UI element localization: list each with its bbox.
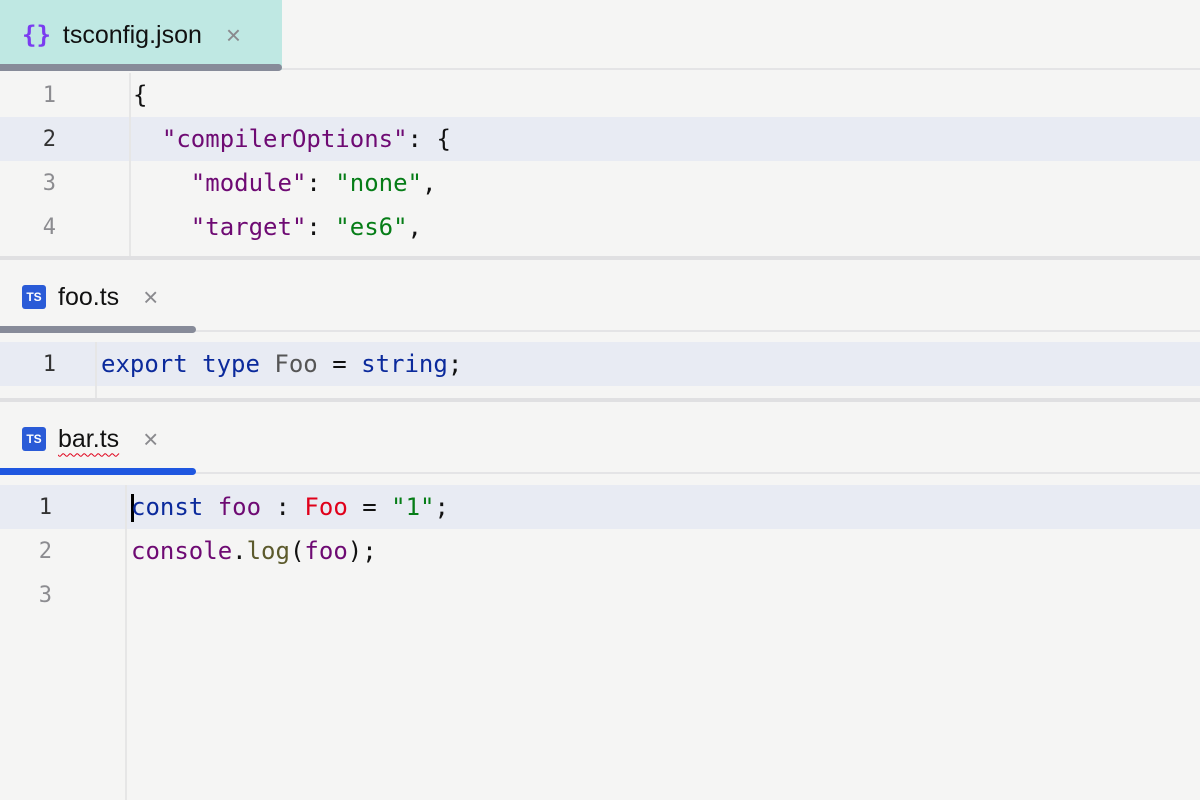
code-line[interactable]: 4 "target": "es6", [0, 205, 1200, 249]
foo-tab-bar: TS foo.ts × [0, 262, 1200, 332]
bar-tab-bar: TS bar.ts × [0, 404, 1200, 474]
code-token: , [408, 213, 422, 241]
code-token: export [101, 350, 188, 378]
code-token: ( [290, 537, 304, 565]
code-token: ; [448, 350, 462, 378]
code-token: string [361, 350, 448, 378]
code-token: = [348, 493, 391, 521]
code-token: "es6" [335, 213, 407, 241]
bar-editor[interactable]: 1const foo : Foo = "1";2console.log(foo)… [0, 485, 1200, 800]
code-line[interactable]: 1{ [0, 73, 1200, 117]
code-token: "1" [391, 493, 434, 521]
code-token: = [318, 350, 361, 378]
code-token: "module" [191, 169, 307, 197]
code-text: console.log(foo); [131, 537, 377, 565]
code-token: : [306, 213, 335, 241]
code-token [188, 350, 202, 378]
code-text: { [133, 81, 147, 109]
code-token: : { [408, 125, 451, 153]
code-token: , [422, 169, 436, 197]
code-token: log [247, 537, 290, 565]
code-token: console [131, 537, 232, 565]
line-number: 1 [39, 495, 52, 520]
line-number: 2 [43, 127, 56, 152]
tab-bar-ts[interactable]: TS bar.ts × [0, 404, 196, 474]
tab-underline [0, 326, 196, 333]
line-number: 4 [43, 215, 56, 240]
tab-tsconfig-json[interactable]: {} tsconfig.json × [0, 0, 282, 70]
tab-label: tsconfig.json [63, 21, 202, 50]
code-token [133, 125, 162, 153]
gutter-separator [95, 342, 97, 398]
code-token [203, 493, 217, 521]
code-token: . [232, 537, 246, 565]
tsconfig-tab-bar: {} tsconfig.json × [0, 0, 1200, 70]
line-number: 1 [43, 352, 56, 377]
code-line[interactable]: 2 "compilerOptions": { [0, 117, 1200, 161]
gutter-separator [129, 73, 131, 256]
code-token: : [261, 493, 304, 521]
tab-foo-ts[interactable]: TS foo.ts × [0, 262, 196, 332]
tsconfig-editor[interactable]: 1{2 "compilerOptions": {3 "module": "non… [0, 73, 1200, 256]
code-text: export type Foo = string; [101, 350, 462, 378]
code-text: const foo : Foo = "1"; [131, 493, 449, 522]
code-token: ); [348, 537, 377, 565]
split-divider[interactable] [0, 398, 1200, 402]
code-line[interactable]: 1 export type Foo = string; [0, 342, 1200, 386]
code-token: type [202, 350, 260, 378]
close-icon[interactable]: × [143, 424, 158, 455]
active-tab-underline [0, 468, 196, 475]
typescript-file-icon: TS [22, 427, 46, 451]
typescript-file-icon: TS [22, 285, 46, 309]
tab-underline [0, 64, 282, 71]
code-line[interactable]: 3 [0, 573, 1200, 617]
code-token: foo [304, 537, 347, 565]
split-divider[interactable] [0, 256, 1200, 260]
code-line[interactable]: 2 console.log(foo); [0, 529, 1200, 573]
close-icon[interactable]: × [226, 20, 241, 51]
line-number: 1 [43, 83, 56, 108]
code-token: "target" [191, 213, 307, 241]
line-number: 3 [39, 583, 52, 608]
code-token [260, 350, 274, 378]
code-token: ; [435, 493, 449, 521]
code-text: "compilerOptions": { [133, 125, 451, 153]
code-line[interactable]: 1 const foo : Foo = "1"; [0, 485, 1200, 529]
code-token [133, 213, 191, 241]
foo-editor[interactable]: 1 export type Foo = string; [0, 342, 1200, 398]
tab-label-error: bar.ts [58, 425, 119, 454]
code-token [133, 169, 191, 197]
code-text: "target": "es6", [133, 213, 422, 241]
code-token: const [131, 493, 203, 521]
line-number: 3 [43, 171, 56, 196]
code-token: "none" [335, 169, 422, 197]
tab-label: foo.ts [58, 283, 119, 312]
code-token: Foo [274, 350, 317, 378]
gutter-separator [125, 485, 127, 800]
code-token: : [306, 169, 335, 197]
line-number: 2 [39, 539, 52, 564]
code-text: "module": "none", [133, 169, 436, 197]
code-token: Foo [304, 493, 347, 521]
close-icon[interactable]: × [143, 282, 158, 313]
code-token: { [133, 81, 147, 109]
code-token: foo [218, 493, 261, 521]
code-token: "compilerOptions" [162, 125, 408, 153]
code-line[interactable]: 3 "module": "none", [0, 161, 1200, 205]
json-braces-icon: {} [22, 21, 51, 49]
